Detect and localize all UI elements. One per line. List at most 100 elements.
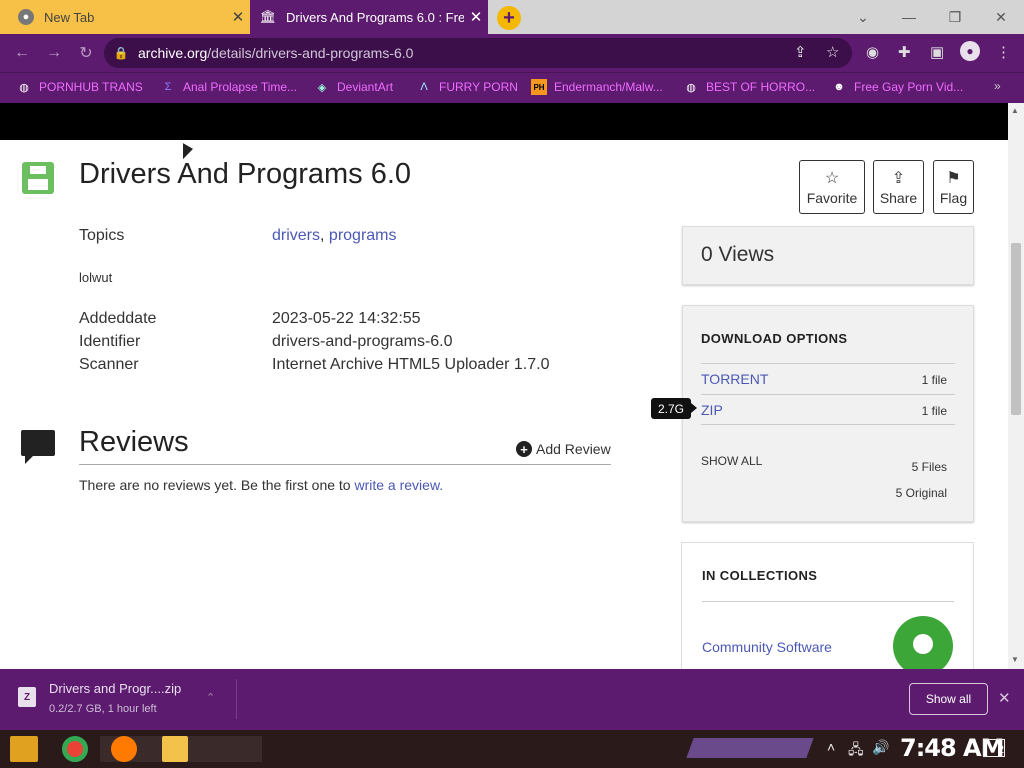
meta-value: 2023-05-22 14:32:55: [272, 310, 421, 327]
mascot-icon: ☻: [833, 81, 845, 93]
download-row-torrent: TORRENT 1 file: [701, 363, 955, 394]
reviews-title: Reviews: [79, 426, 189, 458]
close-download-bar-icon[interactable]: ✕: [998, 689, 1011, 707]
restore-button[interactable]: ❐: [932, 0, 978, 34]
taskbar-decoration: [686, 738, 814, 758]
bookmark-item[interactable]: Σ Anal Prolapse Time...: [160, 79, 297, 95]
scroll-thumb[interactable]: [1011, 243, 1021, 415]
open-source-logo-icon[interactable]: [893, 616, 953, 676]
site-top-nav: [0, 103, 1008, 140]
close-tab-icon[interactable]: ✕: [226, 8, 250, 26]
page-scrollbar[interactable]: ▲ ▼: [1008, 103, 1024, 669]
topics-label: Topics: [79, 227, 125, 244]
profile-avatar-icon[interactable]: ●: [960, 41, 980, 61]
bookmark-star-icon[interactable]: ☆: [826, 43, 839, 61]
new-tab-button[interactable]: +: [497, 6, 521, 30]
chevron-up-icon[interactable]: ⌃: [206, 691, 215, 704]
original-count[interactable]: 5 Original: [896, 486, 947, 500]
close-window-button[interactable]: ✕: [978, 0, 1024, 34]
topic-link-drivers[interactable]: drivers: [272, 227, 320, 244]
globe-icon: ◍: [19, 81, 29, 94]
star-icon: ☆: [824, 170, 840, 187]
file-explorer-icon[interactable]: [162, 736, 188, 762]
url-text: archive.org/details/drivers-and-programs…: [138, 45, 414, 61]
notifications-icon[interactable]: 2: [983, 739, 1005, 757]
download-link-torrent[interactable]: TORRENT: [701, 371, 768, 387]
show-all-link[interactable]: SHOW ALL: [701, 454, 762, 468]
side-panel-icon[interactable]: ▣: [930, 43, 944, 61]
scroll-up-icon[interactable]: ▲: [1011, 106, 1019, 115]
extensions-puzzle-icon[interactable]: ✚: [898, 43, 911, 61]
bookmark-item[interactable]: ◈ DeviantArt: [314, 79, 393, 95]
tab-new-tab[interactable]: ● New Tab ✕: [0, 0, 250, 34]
flag-icon: ⚑: [946, 170, 961, 187]
write-review-link[interactable]: write a review.: [354, 477, 443, 493]
archive-icon: 🏛: [259, 9, 277, 24]
topic-link-programs[interactable]: programs: [329, 227, 397, 244]
volume-icon[interactable]: 🔊: [872, 739, 889, 756]
bookmark-item[interactable]: ☻ Free Gay Porn Vid...: [831, 79, 963, 95]
favorite-button[interactable]: ☆ Favorite: [799, 160, 865, 214]
close-tab-icon[interactable]: ✕: [464, 8, 488, 26]
download-row-zip: ZIP 1 file: [701, 394, 955, 425]
zip-file-icon: Z: [18, 687, 36, 707]
forward-icon[interactable]: →: [38, 44, 70, 62]
share-button[interactable]: ⇪ Share: [873, 160, 924, 214]
bookmark-item[interactable]: PH Endermanch/Malw...: [531, 79, 663, 95]
tab-title: New Tab: [44, 9, 95, 25]
views-count: 0 Views: [682, 226, 974, 285]
tab-strip: ● New Tab ✕ 🏛 Drivers And Programs 6.0 :…: [0, 0, 1024, 34]
firefox-taskbar-icon[interactable]: [111, 736, 137, 762]
tab-search-icon[interactable]: ⌄: [840, 0, 886, 34]
divider: [702, 601, 954, 602]
chrome-icon: ●: [18, 9, 34, 25]
flag-button[interactable]: ⚑ Flag: [933, 160, 974, 214]
meta-label: Addeddate: [79, 310, 157, 327]
file-count: 1 file: [921, 373, 947, 387]
tab-title: Drivers And Programs 6.0 : Fre: [286, 9, 464, 25]
bookmark-item[interactable]: Λ FURRY PORN: [416, 79, 518, 95]
meta-value: drivers-and-programs-6.0: [272, 333, 453, 350]
no-reviews-text: There are no reviews yet. Be the first o…: [79, 477, 444, 493]
reload-icon[interactable]: ↻: [70, 43, 102, 63]
meta-value: Internet Archive HTML5 Uploader 1.7.0: [272, 356, 550, 373]
back-icon[interactable]: ←: [6, 44, 38, 62]
share-page-icon[interactable]: ⇪: [794, 43, 807, 61]
tab-drivers-and-programs[interactable]: 🏛 Drivers And Programs 6.0 : Fre ✕: [250, 0, 488, 34]
software-floppy-icon: [22, 162, 54, 194]
scroll-down-icon[interactable]: ▼: [1011, 655, 1019, 664]
download-link-zip[interactable]: ZIP: [701, 402, 723, 418]
bookmarks-overflow-icon[interactable]: »: [994, 79, 1001, 93]
address-bar[interactable]: 🔒 archive.org/details/drivers-and-progra…: [104, 38, 852, 68]
start-button[interactable]: [10, 736, 38, 762]
globe-icon: ◍: [686, 81, 696, 94]
meta-label: Identifier: [79, 333, 141, 350]
collection-link[interactable]: Community Software: [702, 639, 832, 655]
share-icon: ⇪: [891, 170, 906, 187]
ph-icon: PH: [531, 79, 547, 95]
reviews-speech-icon: [21, 430, 55, 464]
add-review-button[interactable]: + Add Review: [516, 441, 611, 457]
bookmark-item[interactable]: ◍ PORNHUB TRANS: [16, 79, 143, 95]
item-title: Drivers And Programs 6.0: [79, 158, 412, 190]
chrome-taskbar-icon[interactable]: [62, 736, 88, 762]
lock-icon[interactable]: 🔒: [104, 46, 138, 60]
download-filename[interactable]: Drivers and Progr....zip: [49, 681, 181, 696]
bookmarks-bar: ◍ PORNHUB TRANS Σ Anal Prolapse Time... ◈ D…: [0, 72, 1024, 103]
collections-panel: IN COLLECTIONS Community Software: [681, 542, 974, 676]
files-count[interactable]: 5 Files: [912, 460, 947, 474]
collections-heading: IN COLLECTIONS: [702, 568, 818, 583]
download-bar: Z Drivers and Progr....zip 0.2/2.7 GB, 1…: [0, 669, 1024, 730]
bookmark-item[interactable]: ◍ BEST OF HORRO...: [683, 79, 815, 95]
divider: [79, 464, 611, 465]
network-icon[interactable]: 🖧: [848, 739, 864, 763]
deviantart-icon: ◈: [317, 81, 327, 94]
show-all-downloads-button[interactable]: Show all: [909, 683, 988, 715]
menu-kebab-icon[interactable]: ⋮: [996, 43, 1011, 61]
windows-taskbar: ˄ 🖧 🔊 7:48 AM 2: [0, 730, 1024, 768]
extension-avatar-icon[interactable]: ◉: [866, 43, 879, 61]
download-options-heading: DOWNLOAD OPTIONS: [701, 331, 848, 346]
minimize-button[interactable]: —: [886, 0, 932, 34]
topics-value: drivers, programs: [272, 227, 397, 244]
tray-chevron-icon[interactable]: ˄: [827, 739, 835, 755]
